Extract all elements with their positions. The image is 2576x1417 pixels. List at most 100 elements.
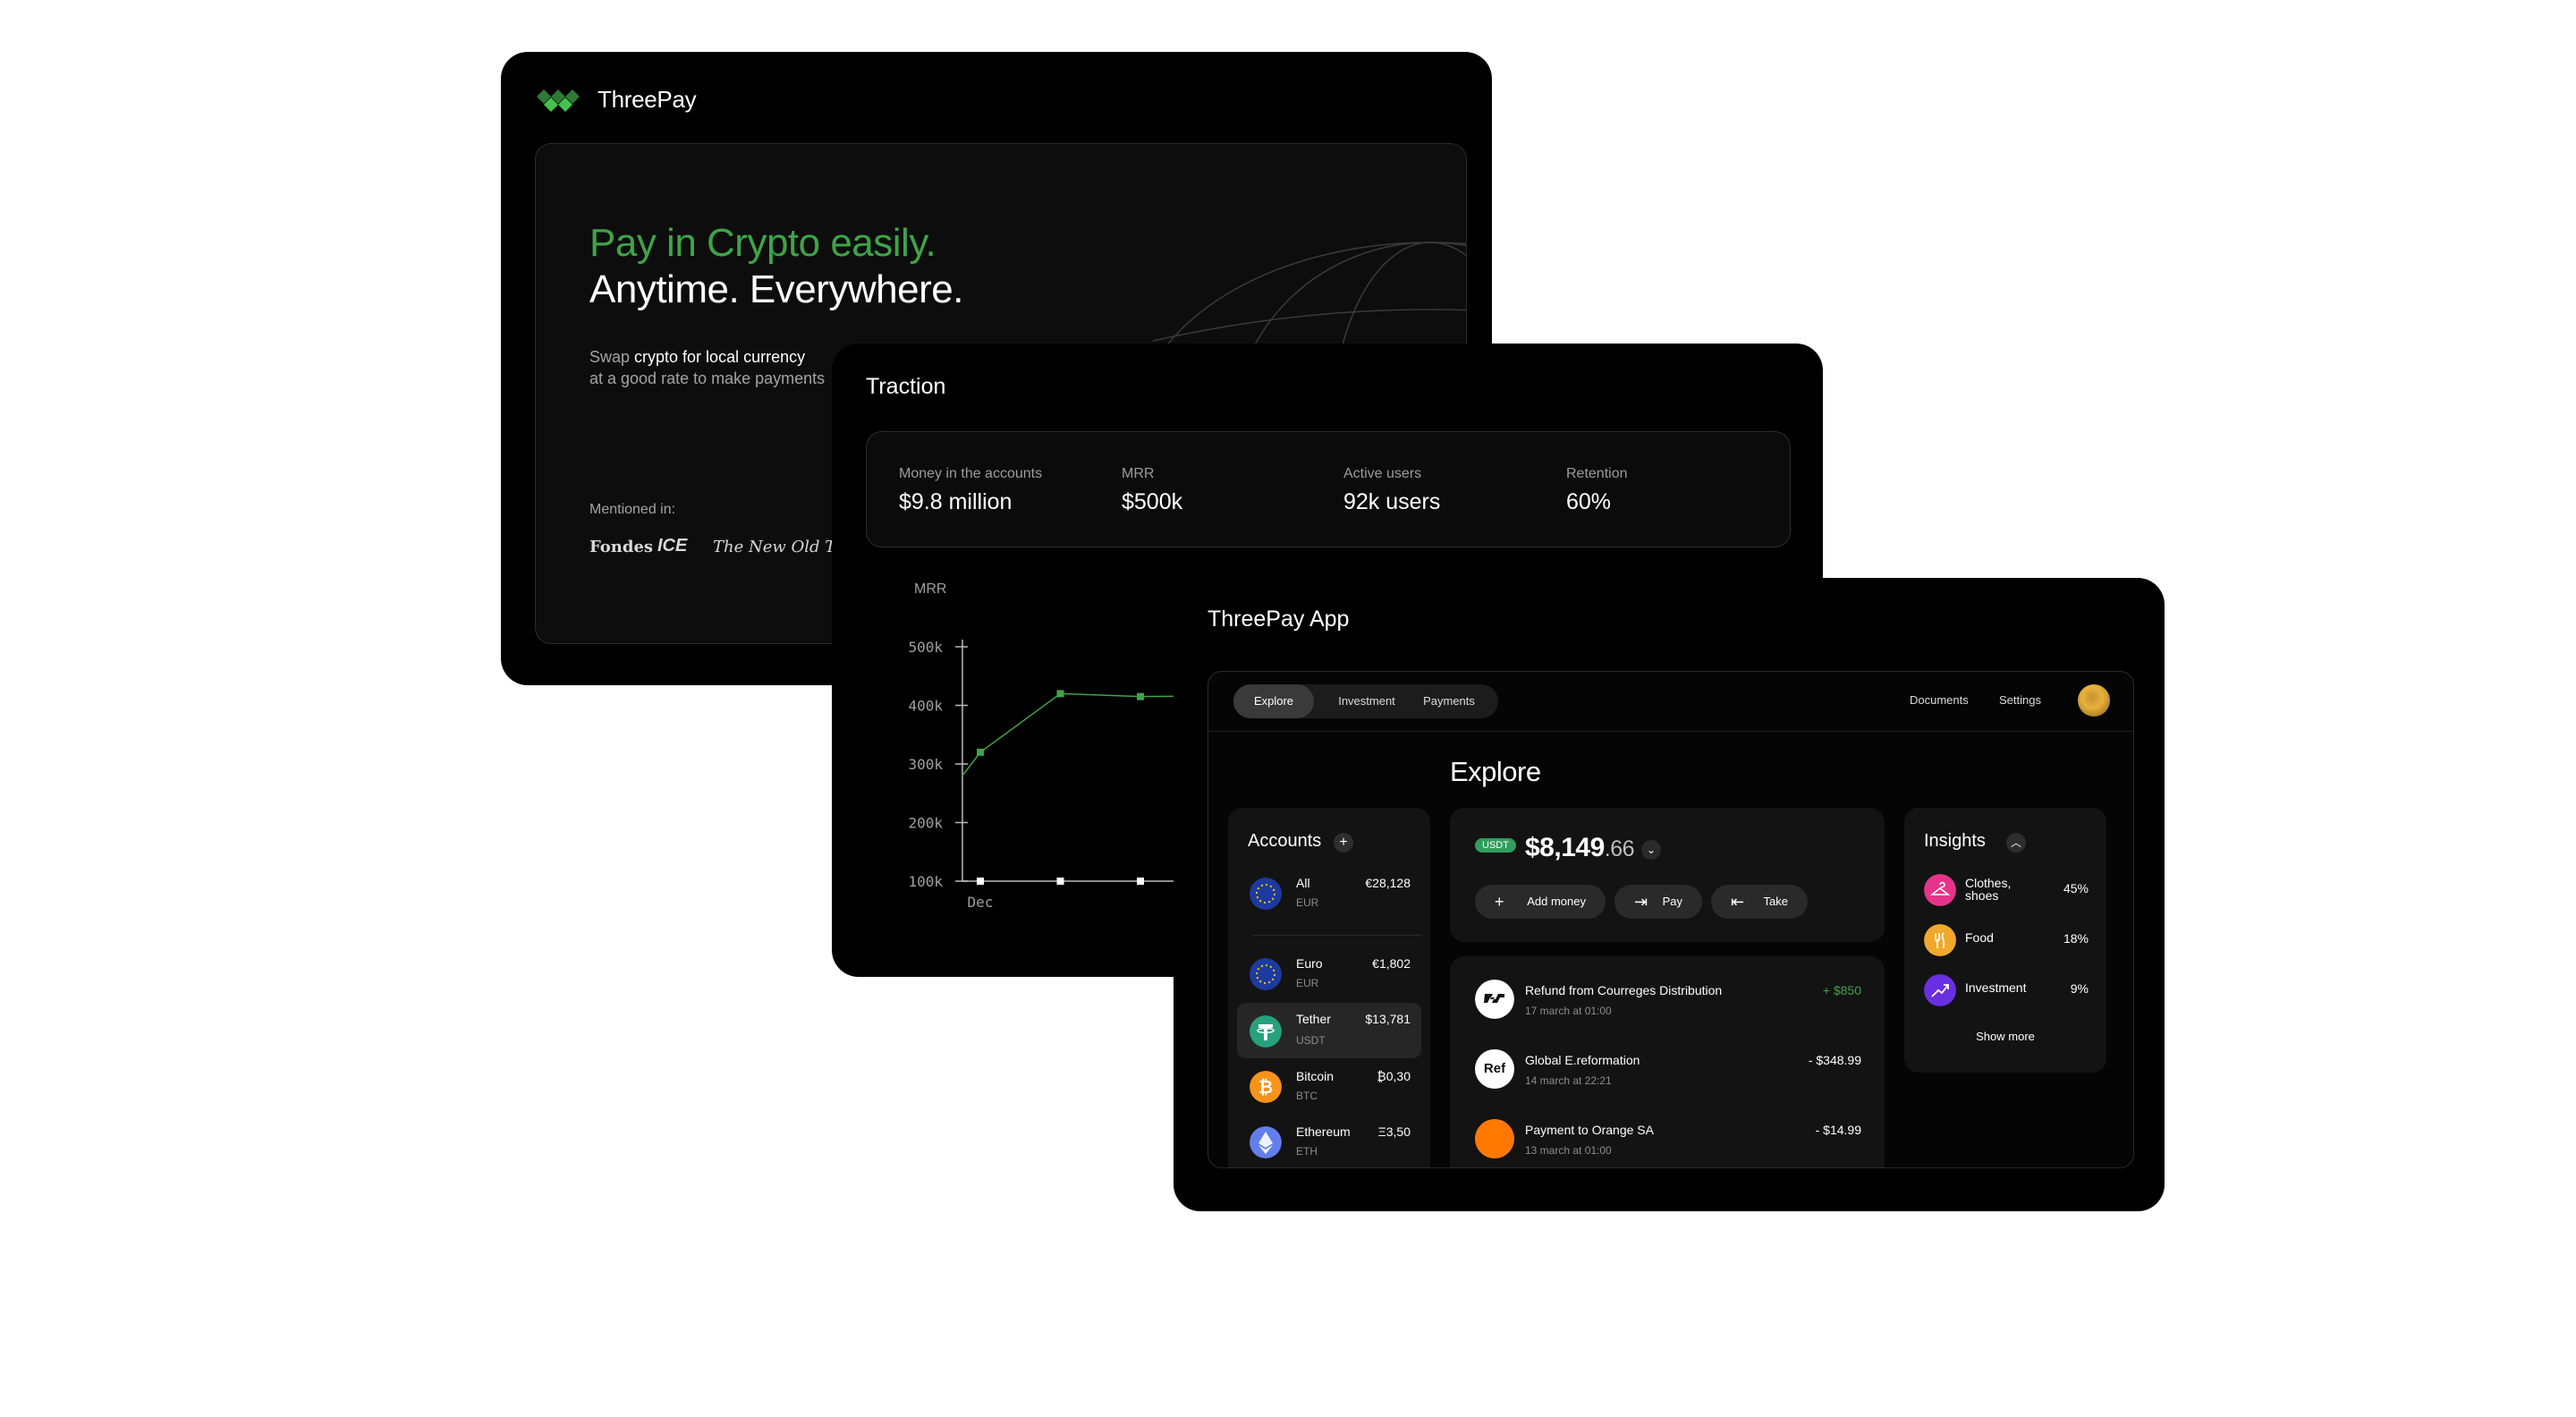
mrr-series-point bbox=[977, 748, 984, 756]
take-arrow-icon: ⇤ bbox=[1731, 893, 1745, 911]
transaction-row[interactable]: Payment to Orange SA 13 march at 01:00 -… bbox=[1475, 1110, 1861, 1164]
pay-arrow-icon: ⇥ bbox=[1634, 893, 1648, 911]
button-label: Pay bbox=[1662, 895, 1682, 908]
insight-percent: 9% bbox=[2070, 981, 2089, 996]
svg-text:₿: ₿ bbox=[1258, 1076, 1273, 1098]
subtitle-part-a: Swap bbox=[589, 348, 635, 366]
insight-item[interactable]: Food 18% bbox=[1924, 921, 2089, 960]
transaction-amount: - $348.99 bbox=[1808, 1053, 1861, 1067]
hanger-icon bbox=[1924, 874, 1956, 906]
transaction-date: 17 march at 01:00 bbox=[1525, 1005, 1612, 1017]
insights-card: Insights ︿ Clothes, shoes 45% Food 18% I… bbox=[1904, 808, 2106, 1073]
account-name: All bbox=[1296, 876, 1310, 890]
page-title: Explore bbox=[1450, 756, 1541, 787]
account-name: Ethereum bbox=[1296, 1124, 1351, 1139]
account-amount: €28,128 bbox=[1365, 876, 1411, 890]
account-currency: EUR bbox=[1296, 896, 1319, 909]
button-label: Add money bbox=[1527, 895, 1586, 908]
take-button[interactable]: ⇤ Take bbox=[1711, 885, 1808, 919]
app-topbar: Explore Investment Payments Documents Se… bbox=[1208, 672, 2133, 732]
orange-logo-icon bbox=[1475, 1119, 1514, 1158]
accounts-card: Accounts + All EUR €28,128 Euro EUR €1,8… bbox=[1228, 808, 1430, 1167]
account-item-bitcoin[interactable]: ₿ Bitcoin BTC ₿0,30 bbox=[1237, 1060, 1421, 1110]
insights-title: Insights bbox=[1924, 831, 1986, 851]
pay-button[interactable]: ⇥ Pay bbox=[1614, 885, 1702, 919]
account-amount: ₿0,30 bbox=[1377, 1069, 1411, 1083]
accounts-title: Accounts bbox=[1248, 831, 1322, 851]
account-item-tether[interactable]: Tether USDT $13,781 bbox=[1237, 1003, 1421, 1058]
headline-green: Pay in Crypto easily. bbox=[589, 221, 936, 265]
account-currency: EUR bbox=[1296, 977, 1319, 989]
account-currency: ETH bbox=[1296, 1145, 1318, 1158]
add-account-button[interactable]: + bbox=[1334, 833, 1353, 853]
account-item-euro[interactable]: Euro EUR €1,802 bbox=[1237, 947, 1421, 997]
insight-item[interactable]: Investment 9% bbox=[1924, 971, 2089, 1010]
account-item-ethereum[interactable]: Ethereum ETH Ξ3,50 bbox=[1237, 1116, 1421, 1166]
bitcoin-icon: ₿ bbox=[1250, 1071, 1282, 1103]
press-logo-fondes: Fondes bbox=[589, 538, 654, 556]
brand-name: ThreePay bbox=[597, 86, 697, 113]
tab-payments[interactable]: Payments bbox=[1409, 684, 1489, 718]
subtitle-line2: at a good rate to make payments bbox=[589, 369, 826, 387]
show-more-button[interactable]: Show more bbox=[1904, 1030, 2106, 1043]
ethereum-icon bbox=[1250, 1126, 1282, 1158]
y-tick-label: 100k bbox=[908, 873, 943, 890]
eu-flag-icon bbox=[1250, 958, 1282, 990]
tether-icon bbox=[1250, 1015, 1282, 1048]
settings-link[interactable]: Settings bbox=[1999, 693, 2041, 707]
threepay-logo-icon bbox=[537, 89, 580, 112]
y-tick-label: 400k bbox=[908, 698, 943, 715]
balance-amount: $8,149.66 bbox=[1525, 833, 1635, 863]
tab-investment[interactable]: Investment bbox=[1326, 684, 1407, 718]
insight-item[interactable]: Clothes, shoes 45% bbox=[1924, 870, 2089, 910]
baseline-point bbox=[1056, 878, 1064, 885]
mentioned-label: Mentioned in: bbox=[589, 502, 676, 517]
insight-name: Clothes, shoes bbox=[1965, 876, 2012, 903]
currency-badge: USDT bbox=[1475, 838, 1516, 853]
hero-subtitle: Swap crypto for local currency at a good… bbox=[589, 346, 825, 389]
transaction-name: Global E.reformation bbox=[1525, 1053, 1640, 1067]
divider bbox=[1253, 935, 1421, 936]
mrr-series-point bbox=[1056, 690, 1064, 698]
insight-percent: 45% bbox=[2063, 881, 2089, 895]
subtitle-part-b: crypto for local currency bbox=[634, 348, 806, 366]
insight-percent: 18% bbox=[2063, 931, 2089, 946]
add-money-button[interactable]: + Add money bbox=[1475, 885, 1606, 919]
baseline-point bbox=[1137, 878, 1144, 885]
documents-link[interactable]: Documents bbox=[1910, 693, 1969, 707]
chevron-down-icon[interactable]: ⌄ bbox=[1641, 840, 1661, 860]
pitch-slide-app: ThreePay App Explore Investment Payments… bbox=[1174, 578, 2165, 1211]
x-tick-label: Dec bbox=[968, 894, 994, 911]
account-name: Euro bbox=[1296, 956, 1323, 971]
transaction-amount: - $14.99 bbox=[1815, 1123, 1861, 1137]
account-currency: USDT bbox=[1296, 1034, 1326, 1047]
reformation-logo-icon: Ref bbox=[1475, 1049, 1514, 1089]
baseline-point bbox=[977, 878, 984, 885]
y-tick-label: 500k bbox=[908, 639, 943, 656]
trend-up-icon bbox=[1924, 974, 1956, 1006]
transaction-amount: + $850 bbox=[1822, 983, 1861, 997]
app-window: Explore Investment Payments Documents Se… bbox=[1208, 671, 2134, 1168]
account-item-all[interactable]: All EUR €28,128 bbox=[1237, 867, 1421, 917]
tab-explore[interactable]: Explore bbox=[1233, 684, 1314, 718]
insight-name: Food bbox=[1965, 930, 1994, 945]
transaction-date: 13 march at 01:00 bbox=[1525, 1144, 1612, 1157]
tab-group: Explore Investment Payments bbox=[1233, 684, 1498, 718]
balance-whole: $8,149 bbox=[1525, 833, 1605, 862]
mrr-series-point bbox=[1137, 692, 1144, 700]
eu-flag-icon bbox=[1250, 878, 1282, 910]
insight-name: Investment bbox=[1965, 980, 2027, 995]
chevron-up-icon[interactable]: ︿ bbox=[2006, 833, 2026, 853]
button-label: Take bbox=[1763, 895, 1788, 908]
avatar[interactable] bbox=[2078, 684, 2110, 717]
y-tick-label: 200k bbox=[908, 815, 943, 832]
press-logo-ice: ICE bbox=[657, 536, 688, 556]
transaction-row[interactable]: Refund from Courreges Distribution 17 ma… bbox=[1475, 971, 1861, 1024]
balance-cents: .66 bbox=[1604, 836, 1635, 861]
account-name: Tether bbox=[1296, 1012, 1331, 1026]
fork-knife-icon bbox=[1924, 924, 1956, 956]
account-amount: $13,781 bbox=[1365, 1012, 1411, 1026]
transaction-row[interactable]: Ref Global E.reformation 14 march at 22:… bbox=[1475, 1040, 1861, 1094]
transaction-name: Refund from Courreges Distribution bbox=[1525, 983, 1723, 997]
app-slide-title: ThreePay App bbox=[1208, 607, 1350, 632]
